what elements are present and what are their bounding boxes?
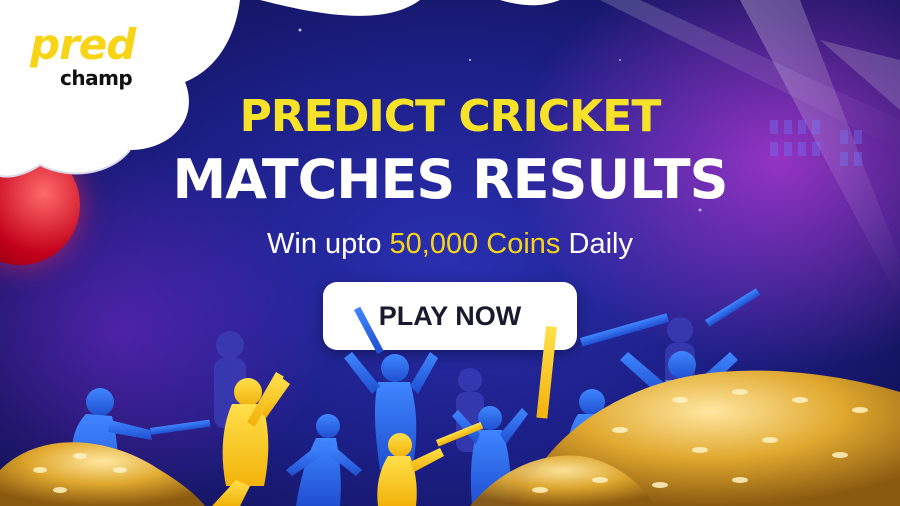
promo-banner[interactable]: pred champ PREDICT CRICKET MATCHES RESUL… (0, 0, 900, 506)
cricket-scene-illustration (0, 288, 900, 506)
